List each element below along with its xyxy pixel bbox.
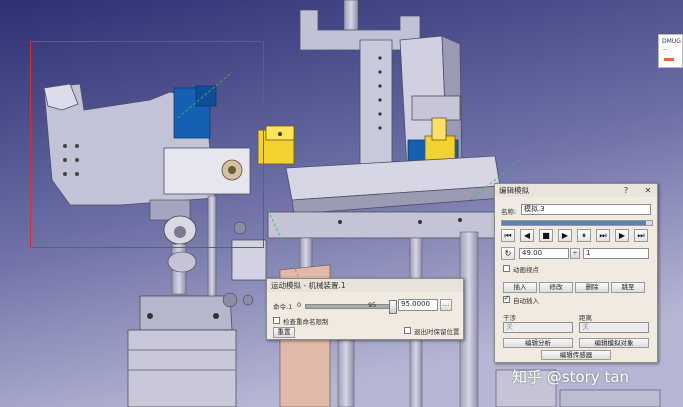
play-button[interactable]: ▶ bbox=[558, 229, 572, 242]
reset-button[interactable]: 重置 bbox=[273, 327, 295, 338]
slider-marker-label: 95 bbox=[368, 301, 377, 309]
animate-viewpoint-checkbox[interactable] bbox=[503, 265, 510, 272]
simulation-dialog-title: 运动模拟 - 机械装置.1 bbox=[267, 279, 463, 292]
play-forward-button[interactable]: ▶ bbox=[615, 229, 629, 242]
help-icon[interactable]: ? bbox=[621, 184, 631, 197]
command-value-field[interactable]: 95.0000 bbox=[398, 299, 438, 311]
edit-simulation-title: 编辑模拟 bbox=[499, 186, 529, 195]
step-spin-button[interactable]: ÷ bbox=[570, 248, 580, 259]
animate-viewpoint-label: 动画视点 bbox=[513, 266, 539, 274]
keep-position-label: 退出时保留位置 bbox=[414, 328, 460, 336]
auto-insert-label: 自动插入 bbox=[513, 297, 539, 305]
player-controls: ⏮ ◀ ■ ▶ ⏸ ⏭ ▶ ⏭ bbox=[501, 229, 653, 243]
simulation-dialog-title-text: 运动模拟 - 机械装置.1 bbox=[271, 281, 346, 290]
pause-button[interactable]: ⏸ bbox=[577, 229, 591, 242]
name-label: 名称: bbox=[501, 208, 517, 216]
highlight-rectangle bbox=[30, 41, 264, 248]
side-panel-tab[interactable]: DMUG ... bbox=[658, 34, 683, 68]
modify-button[interactable]: 修改 bbox=[539, 282, 573, 293]
step-select[interactable]: 1 bbox=[583, 248, 649, 259]
close-icon[interactable]: ✕ bbox=[643, 184, 653, 197]
progress-fill bbox=[502, 221, 646, 225]
edit-sensors-button[interactable]: 编辑传感器 bbox=[541, 350, 611, 360]
step-value-field[interactable]: 49.00 bbox=[519, 248, 569, 259]
interference-label: 干涉 bbox=[503, 314, 516, 322]
jump-to-button[interactable]: 跳至 bbox=[611, 282, 645, 293]
check-limits-checkbox[interactable] bbox=[273, 317, 280, 324]
watermark: 知乎 @story tan bbox=[512, 368, 630, 386]
tab-indicator-icon bbox=[664, 58, 674, 61]
skip-to-end-button[interactable]: ⏭ bbox=[634, 229, 648, 242]
value-spin-button[interactable]: … bbox=[440, 299, 452, 311]
edit-analysis-button[interactable]: 编辑分析 bbox=[503, 338, 573, 348]
slider-thumb[interactable] bbox=[388, 300, 397, 314]
skip-to-start-button[interactable]: ⏮ bbox=[501, 229, 515, 242]
edit-simulation-title-bar: 编辑模拟 ? ✕ bbox=[495, 184, 657, 197]
step-back-button[interactable]: ◀ bbox=[520, 229, 534, 242]
command-slider[interactable] bbox=[305, 300, 397, 314]
side-tab-sub: ... bbox=[662, 45, 668, 52]
step-forward-button[interactable]: ⏭ bbox=[596, 229, 610, 242]
progress-bar[interactable] bbox=[501, 220, 653, 226]
simulation-dialog: 运动模拟 - 机械装置.1 命令.1 0 95 95.0000 … 检查重命名限… bbox=[266, 278, 464, 340]
delete-button[interactable]: 删除 bbox=[575, 282, 609, 293]
insert-button[interactable]: 插入 bbox=[503, 282, 537, 293]
interference-select[interactable]: 关 bbox=[503, 322, 573, 333]
keep-position-checkbox[interactable] bbox=[404, 327, 411, 334]
auto-insert-checkbox[interactable] bbox=[503, 294, 510, 303]
edit-simulation-dialog: 编辑模拟 ? ✕ 名称: 模拟.3 ⏮ ◀ ■ ▶ ⏸ ⏭ ▶ ⏭ ↻ 49.0… bbox=[494, 183, 658, 363]
stop-button[interactable]: ■ bbox=[539, 229, 553, 242]
side-tab-label: DMUG bbox=[662, 38, 681, 45]
check-limits-label: 检查重命名限制 bbox=[283, 318, 329, 326]
distance-select[interactable]: 关 bbox=[579, 322, 649, 333]
name-field[interactable]: 模拟.3 bbox=[521, 204, 651, 215]
command-label: 命令.1 bbox=[273, 303, 293, 311]
loop-icon[interactable]: ↻ bbox=[501, 247, 515, 260]
distance-label: 距离 bbox=[579, 314, 592, 322]
slider-min-label: 0 bbox=[297, 301, 302, 309]
edit-simulation-objects-button[interactable]: 编辑模拟对象 bbox=[579, 338, 649, 348]
